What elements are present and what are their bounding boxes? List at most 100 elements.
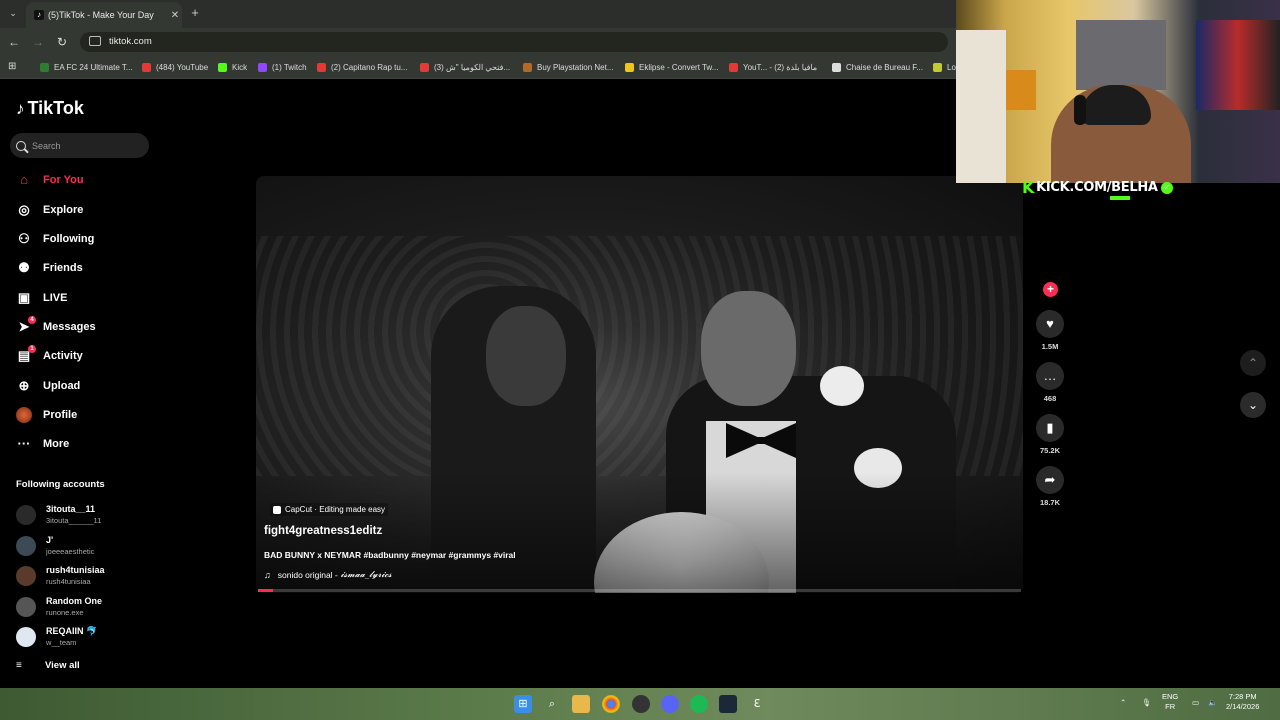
discord-icon[interactable]: [661, 695, 679, 713]
sidebar-item-profile[interactable]: Profile: [16, 403, 156, 427]
sidebar-item-label: More: [43, 438, 70, 450]
apps-grid-icon[interactable]: ⊞: [8, 62, 18, 72]
bookmark-favicon-icon: [258, 62, 267, 72]
url-field[interactable]: tiktok.com: [80, 32, 948, 52]
sidebar-item-live[interactable]: ▣ LIVE: [16, 286, 156, 310]
file-explorer-icon[interactable]: [572, 695, 590, 713]
video-sound[interactable]: ♫ sonido original - 𝓲𝓼𝓶𝓪𝓪_𝓵𝔂𝓻𝓲𝓬𝓼: [264, 570, 392, 580]
video-head-left: [486, 306, 566, 406]
sidebar-item-friends[interactable]: ⚉ Friends: [16, 256, 156, 280]
kick-text: KICK.COM/BELHA: [1036, 180, 1158, 195]
spotify-icon[interactable]: [690, 695, 708, 713]
video-author[interactable]: fight4greatness1editz: [264, 525, 382, 537]
account-handle: rush4tunisiaa: [46, 577, 91, 586]
sidebar-item-upload[interactable]: ⊕ Upload: [16, 374, 156, 398]
microphone-icon[interactable]: 🎙: [1142, 698, 1152, 708]
steam-icon[interactable]: [719, 695, 737, 713]
sidebar-item-label: For You: [43, 174, 84, 186]
site-info-icon[interactable]: [89, 36, 101, 47]
language-indicator[interactable]: ENG FR: [1162, 692, 1178, 712]
bookmark-item[interactable]: Lo: [933, 60, 956, 74]
previous-video-button[interactable]: ⌃: [1240, 350, 1266, 376]
video-progress-bar[interactable]: [258, 589, 1021, 592]
capcut-tag[interactable]: CapCut · Editing made easy: [270, 503, 389, 516]
video-description[interactable]: BAD BUNNY x NEYMAR #badbunny #neymar #gr…: [264, 550, 516, 560]
network-icon[interactable]: ▭: [1192, 698, 1199, 708]
search-icon: [16, 140, 26, 151]
capcut-icon: [273, 505, 281, 514]
back-icon[interactable]: ←: [6, 34, 22, 50]
webcam-shelf: [1076, 20, 1166, 90]
bookmark-item[interactable]: Eklipse - Convert Tw...: [625, 60, 718, 74]
clock-time: 7:28 PM: [1228, 692, 1257, 701]
address-bar-row: ← → ↻ tiktok.com: [0, 28, 956, 56]
account-name: 3itouta__11: [46, 504, 96, 514]
action-count: 468: [1043, 394, 1057, 403]
taskbar-search-icon[interactable]: ⌕: [543, 695, 561, 713]
sidebar-item-label: Explore: [43, 204, 84, 216]
bookmark-item[interactable]: (2) Capitano Rap tu...: [317, 60, 407, 74]
bookmark-item[interactable]: EA FC 24 Ultimate T...: [40, 60, 133, 74]
bookmark-item[interactable]: (3) فتحي الكوميا "ش...: [420, 60, 510, 74]
obs-icon[interactable]: [632, 695, 650, 713]
following-account-item[interactable]: REQAIIN 🐬 w__team: [16, 624, 156, 650]
follow-plus-button[interactable]: +: [1043, 282, 1058, 297]
following-account-item[interactable]: 3itouta__11 3itouta______11: [16, 502, 156, 528]
heart-button[interactable]: ♥ 1.5M: [1036, 310, 1064, 351]
epic-games-icon[interactable]: ℇ: [748, 695, 766, 713]
account-name: rush4tunisiaa: [46, 565, 105, 575]
logo-text: TikTok: [27, 98, 84, 118]
clock[interactable]: 7:28 PM 2/14/2026: [1226, 692, 1259, 712]
reload-icon[interactable]: ↻: [54, 34, 70, 50]
browser-tab[interactable]: ♪ (5)TikTok - Make Your Day ✕: [26, 2, 182, 28]
volume-icon[interactable]: 🔈: [1208, 698, 1217, 708]
sidebar-item-messages[interactable]: ➤ 4 Messages: [16, 315, 156, 339]
tray-overflow-icon[interactable]: ⌃: [1120, 698, 1126, 708]
bookmark-label: Buy Playstation Net...: [537, 62, 614, 72]
bookmark-item[interactable]: YouT... - مافيا بلدة (2): [729, 60, 817, 74]
avatar: [16, 505, 36, 525]
sidebar-item-following[interactable]: ⚇ Following: [16, 227, 156, 251]
webcam-door: [956, 30, 1006, 183]
profile-icon: [16, 407, 32, 423]
messages-icon: ➤ 4: [16, 316, 36, 335]
close-tab-icon[interactable]: ✕: [168, 10, 182, 21]
bookmark-item[interactable]: (484) YouTube: [142, 60, 208, 74]
sidebar-item-more[interactable]: ··· More: [16, 432, 156, 456]
new-tab-button[interactable]: +: [188, 5, 202, 21]
webcam-wall-panel: [1006, 70, 1036, 110]
webcam-headset: [1074, 95, 1086, 125]
comment-icon: …: [1036, 362, 1064, 390]
bookmark-item[interactable]: Buy Playstation Net...: [523, 60, 613, 74]
notification-badge: 1: [28, 345, 36, 353]
sidebar-item-explore[interactable]: ◎ Explore: [16, 198, 156, 222]
view-all-button[interactable]: ≡ View all: [16, 660, 80, 671]
sidebar-item-for-you[interactable]: ⌂ For You: [16, 168, 156, 192]
bookmark-label: EA FC 24 Ultimate T...: [54, 62, 133, 72]
chrome-icon[interactable]: [602, 695, 620, 713]
following-account-item[interactable]: J' joeeeaesthetic: [16, 533, 156, 559]
avatar: [16, 597, 36, 617]
bookmark-button[interactable]: ▮ 75.2K: [1036, 414, 1064, 455]
account-handle: w__team: [46, 638, 77, 647]
following-account-item[interactable]: rush4tunisiaa rush4tunisiaa: [16, 563, 156, 589]
tiktok-logo[interactable]: ♪ TikTok: [16, 98, 84, 119]
next-video-button[interactable]: ⌄: [1240, 392, 1266, 418]
bookmark-item[interactable]: Chaise de Bureau F...: [832, 60, 923, 74]
browser-tab-bar: ⌄ ♪ (5)TikTok - Make Your Day ✕ +: [0, 0, 956, 28]
bookmark-item[interactable]: Kick: [218, 60, 247, 74]
bookmark-label: Eklipse - Convert Tw...: [639, 62, 719, 72]
bookmark-item[interactable]: (1) Twitch: [258, 60, 307, 74]
forward-icon[interactable]: →: [30, 34, 46, 50]
windows-start-icon[interactable]: ⊞: [514, 695, 532, 713]
tab-search-icon[interactable]: ⌄: [6, 6, 20, 20]
bookmark-label: YouT... - مافيا بلدة (2): [743, 62, 818, 72]
sidebar-item-activity[interactable]: ▤ 1 Activity: [16, 344, 156, 368]
sidebar-item-label: Following: [43, 233, 95, 245]
following-account-item[interactable]: Random One runone.exe: [16, 594, 156, 620]
account-handle: 3itouta______11: [46, 516, 102, 525]
search-input[interactable]: Search: [10, 133, 149, 158]
comment-button[interactable]: … 468: [1036, 362, 1064, 403]
share-button[interactable]: ➦ 18.7K: [1036, 466, 1064, 507]
bookmark-favicon-icon: [420, 62, 429, 72]
